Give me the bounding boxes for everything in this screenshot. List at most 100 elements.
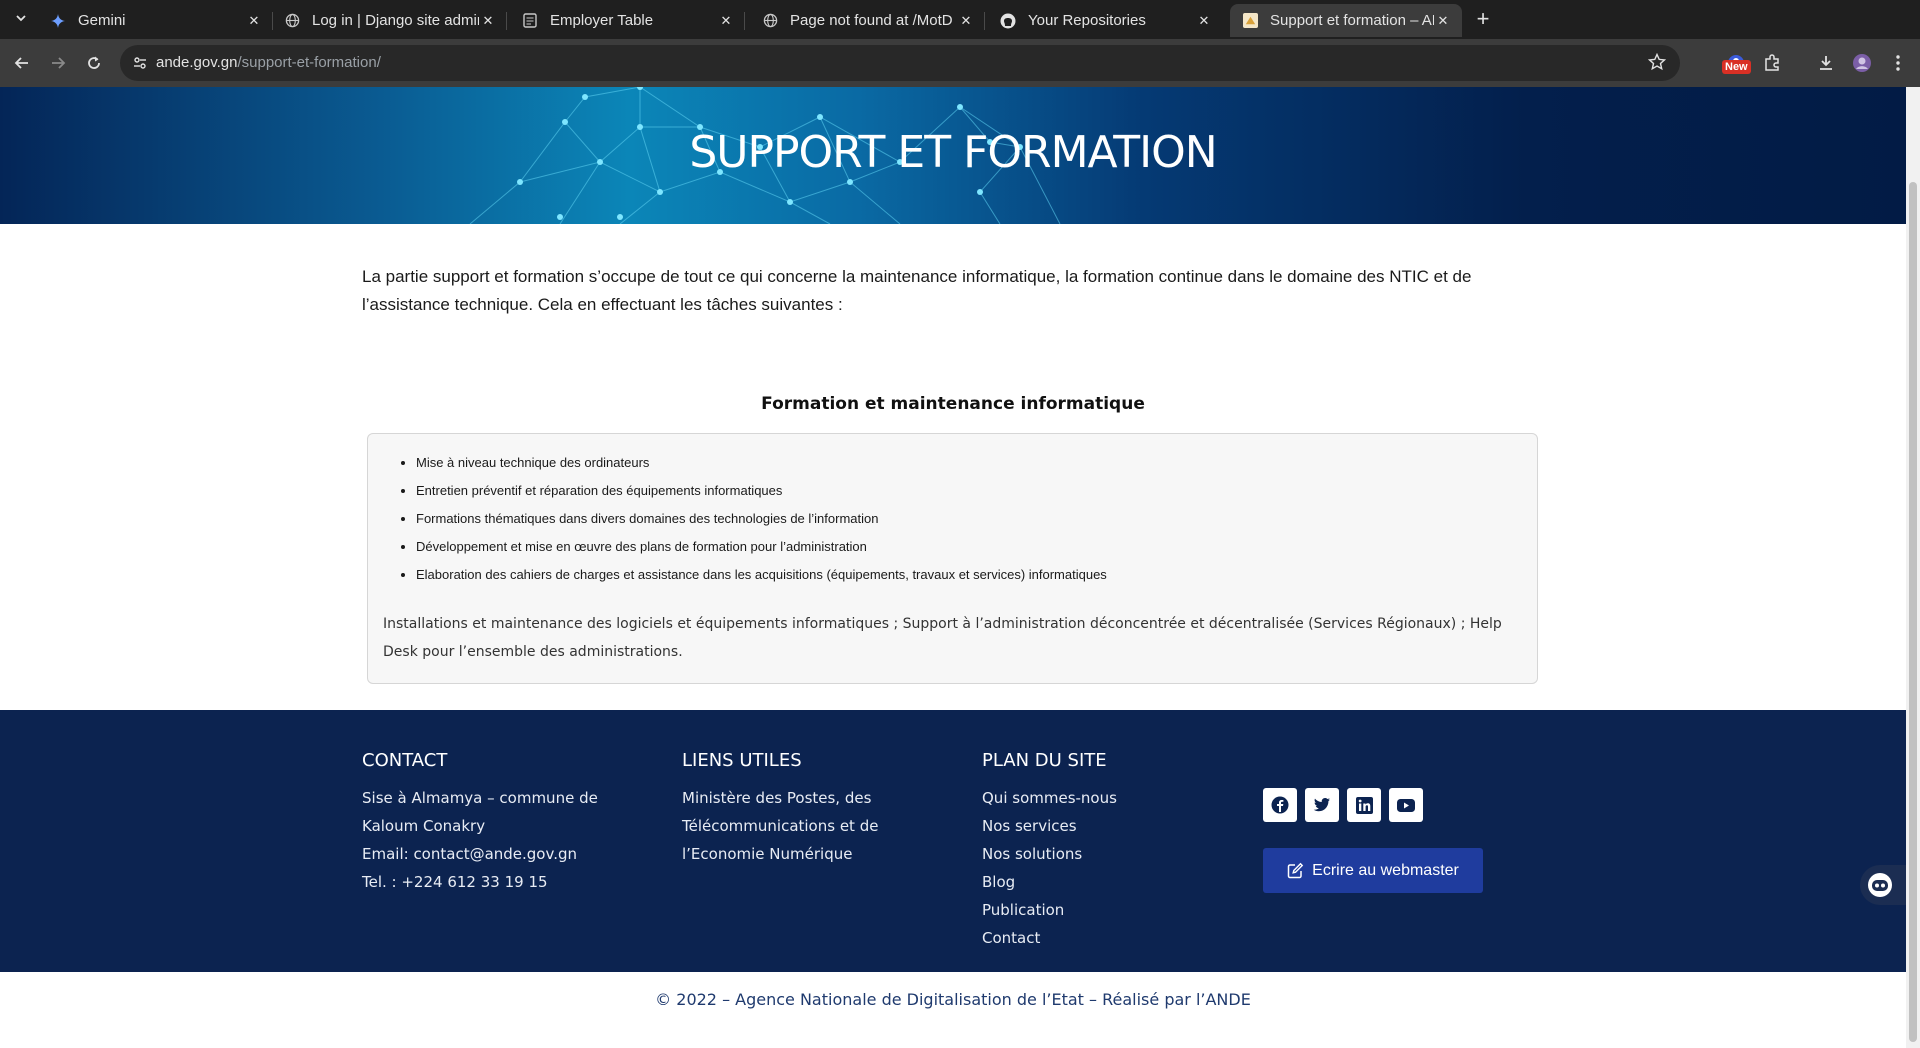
twitter-button[interactable] [1305,788,1339,822]
tab-django-login[interactable]: Log in | Django site admin ✕ [272,4,507,37]
new-tab-button[interactable]: + [1470,7,1496,33]
list-item: Formations thématiques dans divers domai… [416,506,1107,534]
chat-widget-button[interactable] [1860,865,1906,905]
reload-button[interactable] [80,49,108,77]
webmaster-label: Ecrire au webmaster [1312,861,1459,879]
hero-banner: SUPPORT ET FORMATION [0,87,1906,224]
tab-gemini[interactable]: Gemini ✕ [38,4,273,37]
globe-icon [762,13,778,29]
document-icon [522,13,538,29]
list-item: Entretien préventif et réparation des éq… [416,478,1107,506]
contact-phone: Tel. : +224 612 33 19 15 [362,873,548,891]
contact-email[interactable]: Email: contact@ande.gov.gn [362,840,612,868]
linkedin-button[interactable] [1347,788,1381,822]
footer-plan-du-site: PLAN DU SITE Qui sommes-nous Nos service… [982,750,1202,952]
footer-liens-utiles: LIENS UTILES Ministère des Postes, des T… [682,750,932,868]
site-favicon [1242,13,1258,29]
list-item: Développement et mise en œuvre des plans… [416,534,1107,562]
copyright-text: © 2022 – Agence Nationale de Digitalisat… [655,990,1251,1009]
link-ministere[interactable]: Télécommunications et de [682,812,932,840]
sitemap-link-blog[interactable]: Blog [982,868,1202,896]
footer-heading-liens: LIENS UTILES [682,750,802,771]
browser-toolbar: ande.gov.gn/support-et-formation/ [0,39,1920,87]
site-info-icon[interactable] [132,55,148,76]
contact-address-line: Sise à Almamya – commune de [362,789,598,807]
facebook-icon [1271,796,1289,814]
url-path: /support-et-formation/ [237,54,381,71]
tab-support-formation[interactable]: Support et formation – ANDE ✕ [1230,4,1462,37]
tab-search-button[interactable] [8,7,34,33]
close-icon[interactable]: ✕ [1195,12,1213,30]
gemini-icon [50,13,66,29]
forward-button[interactable] [44,49,72,77]
youtube-button[interactable] [1389,788,1423,822]
url-host: ande.gov.gn [156,54,238,71]
tab-title: Log in | Django site admin [312,12,479,29]
close-icon[interactable]: ✕ [717,12,735,30]
close-icon[interactable]: ✕ [479,12,497,30]
puzzle-icon [1765,54,1779,71]
back-button[interactable] [8,49,36,77]
chatbot-icon [1868,873,1892,897]
downloads-button[interactable] [1812,49,1840,77]
section-heading: Formation et maintenance informatique [761,394,1145,414]
tab-title: Gemini [78,12,126,29]
globe-icon [284,13,300,29]
address-bar[interactable]: ande.gov.gn/support-et-formation/ [120,45,1680,81]
bookmark-star-icon[interactable] [1647,52,1667,76]
tab-page-not-found[interactable]: Page not found at /MotD ✕ [750,4,985,37]
profile-avatar[interactable] [1848,49,1876,77]
tab-divider [744,12,745,30]
close-icon[interactable]: ✕ [245,12,263,30]
list-item: Mise à niveau technique des ordinateurs [416,450,1107,478]
tasks-list: Mise à niveau technique des ordinateurs … [416,450,1107,590]
page-title: SUPPORT ET FORMATION [689,127,1217,178]
tab-title: Your Repositories [1028,12,1146,29]
tab-title: Employer Table [550,12,654,29]
tab-employer-table[interactable]: Employer Table ✕ [510,4,745,37]
sitemap-link-nos-services[interactable]: Nos services [982,812,1202,840]
reload-icon [88,56,100,69]
scrollbar-thumb[interactable] [1909,182,1917,1042]
list-item: Elaboration des cahiers de charges et as… [416,562,1107,590]
arrow-right-icon [52,57,66,69]
tab-title: Support et formation – ANDE [1270,12,1434,29]
intro-paragraph: La partie support et formation s’occupe … [362,267,1472,314]
write-webmaster-button[interactable]: Ecrire au webmaster [1263,848,1483,893]
new-badge: New [1722,60,1751,74]
sitemap-link-nos-solutions[interactable]: Nos solutions [982,840,1202,868]
url-text[interactable]: ande.gov.gn/support-et-formation/ [156,54,381,71]
footer-heading-plan: PLAN DU SITE [982,750,1107,771]
footer-contact: CONTACT Sise à Almamya – commune de Kalo… [362,750,612,896]
arrow-left-icon [14,57,28,69]
tasks-note: Installations et maintenance des logicie… [383,616,1502,660]
page-viewport: SUPPORT ET FORMATION La partie support e… [0,87,1906,1048]
github-icon [1000,13,1016,29]
facebook-button[interactable] [1263,788,1297,822]
link-ministere[interactable]: Ministère des Postes, des [682,784,932,812]
sitemap-link-publication[interactable]: Publication [982,896,1202,924]
page-scrollbar[interactable] [1906,87,1920,1048]
browser-menu-button[interactable] [1884,49,1912,77]
tasks-box: Mise à niveau technique des ordinateurs … [367,433,1538,684]
chevron-down-icon [16,15,26,22]
linkedin-icon [1355,796,1373,814]
tab-strip: Gemini ✕ Log in | Django site admin ✕ Em… [0,0,1920,39]
sitemap-link-qui-sommes-nous[interactable]: Qui sommes-nous [982,784,1202,812]
tab-title: Page not found at /MotD [790,12,953,29]
twitter-icon [1313,798,1330,812]
sitemap-link-contact[interactable]: Contact [982,924,1202,952]
link-ministere[interactable]: l’Economie Numérique [682,840,932,868]
extensions-button[interactable] [1758,49,1786,77]
social-links [1263,788,1423,822]
tab-divider [984,12,985,30]
kebab-menu-icon [1896,55,1900,71]
download-icon [1820,56,1832,70]
footer-heading-contact: CONTACT [362,750,448,771]
close-icon[interactable]: ✕ [1434,12,1452,30]
avatar-icon [1853,54,1871,72]
edit-icon [1287,862,1304,879]
close-icon[interactable]: ✕ [957,12,975,30]
tab-your-repositories[interactable]: Your Repositories ✕ [988,4,1223,37]
contact-address-line: Kaloum Conakry [362,817,486,835]
